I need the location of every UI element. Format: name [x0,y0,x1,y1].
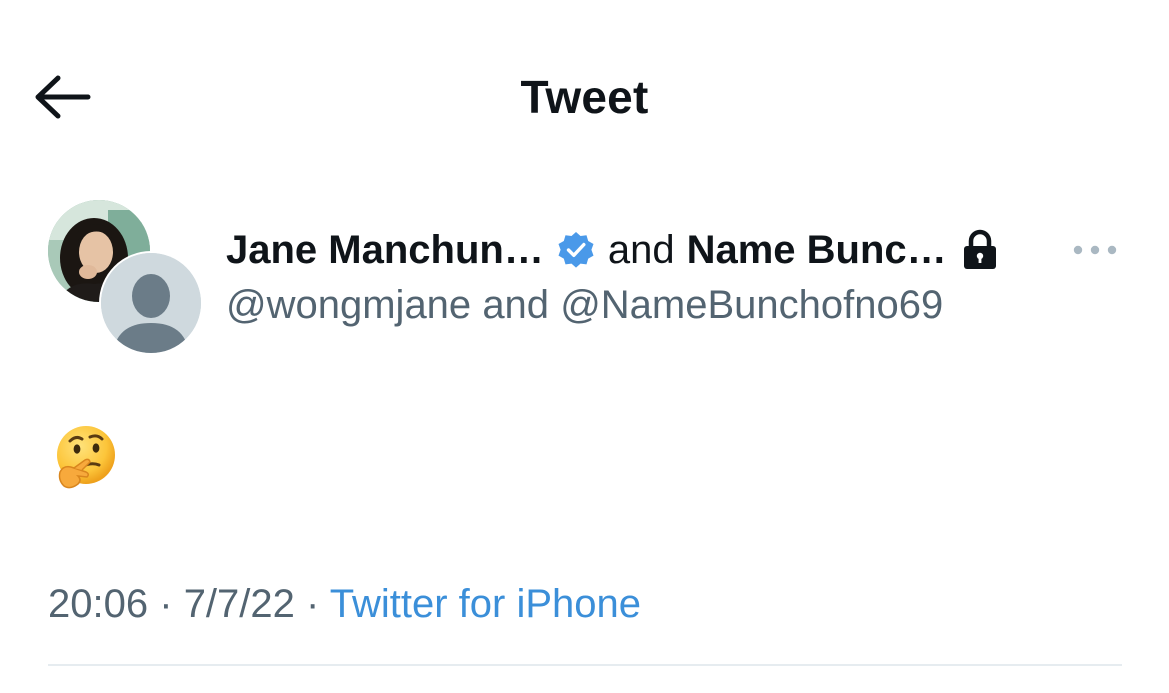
tweet-content-thinking-face-emoji [52,424,120,492]
authors-joiner: and [607,228,675,272]
tweet-source-link[interactable]: Twitter for iPhone [330,582,641,626]
authors-line: Jane Manchun… and Name Bunc… [226,222,999,278]
more-options-button[interactable] [1070,236,1120,264]
author-handle-2[interactable]: @NameBunchofno69 [560,283,943,327]
handles-line: @wongmjane and @NameBunchofno69 [226,278,943,332]
meta-separator: · [306,582,320,626]
tweet-meta-line: 20:06 · 7/7/22 · Twitter for iPhone [48,578,641,630]
divider [48,664,1122,666]
tweet-detail-page: Tweet Jane Manchun… and Name Bunc… @wong… [0,0,1169,693]
tweet-date: 7/7/22 [183,582,295,626]
verified-badge-icon [556,230,596,270]
default-avatar-icon [101,253,201,353]
lock-icon [961,229,999,271]
author-name-1[interactable]: Jane Manchun… [226,222,544,278]
meta-separator: · [159,582,173,626]
author-name-2[interactable]: Name Bunc… [687,222,947,278]
author-avatar-default[interactable] [99,251,203,355]
handles-joiner: and [482,283,550,327]
tweet-time: 20:06 [48,582,149,626]
page-title: Tweet [520,71,649,123]
author-handle-1[interactable]: @wongmjane [226,283,471,327]
ellipsis-icon [1073,245,1117,255]
